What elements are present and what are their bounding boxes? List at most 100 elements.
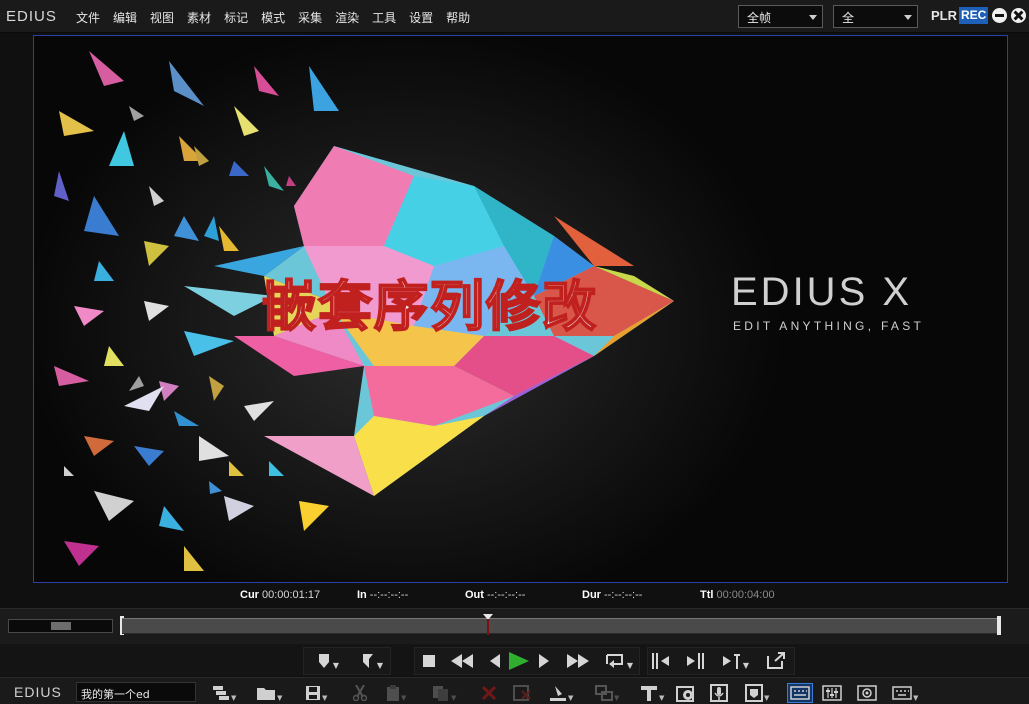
menu-clip[interactable]: 素材: [187, 9, 211, 26]
menu-tools[interactable]: 工具: [372, 9, 396, 26]
menu-edit[interactable]: 编辑: [113, 9, 137, 26]
loop-button[interactable]: ▼: [602, 650, 636, 672]
rewind-icon: [451, 654, 473, 668]
plr-toggle[interactable]: PLR: [931, 8, 957, 23]
new-sequence-icon: [213, 686, 229, 700]
set-in-icon: [318, 654, 329, 668]
timecode-label: Cur: [240, 589, 259, 601]
menu-help[interactable]: 帮助: [446, 9, 470, 26]
timecode-label: Ttl: [700, 589, 714, 601]
timecode-value: --:--:--:--: [486, 589, 526, 601]
timecode-row: Cur 00:00:01:17 In --:--:--:-- Out --:--:--…: [0, 589, 1029, 603]
app-logo: EDIUS: [6, 8, 57, 25]
chevron-down-icon: ▼: [451, 693, 457, 702]
copy-icon: [387, 685, 399, 701]
ripple-delete-button[interactable]: [513, 683, 531, 703]
overwrite-to-timeline-icon: [687, 653, 704, 669]
open-project-icon: [257, 688, 275, 700]
transform-button[interactable]: ▼: [595, 683, 619, 703]
frame-mode-value: 全帧: [747, 11, 772, 25]
keyboard-shortcut-icon: [892, 686, 912, 700]
keyboard-view-button[interactable]: [787, 683, 813, 703]
view-mode-select[interactable]: 全: [833, 5, 918, 28]
voice-over-icon: [710, 684, 728, 702]
title-icon: [641, 686, 657, 701]
project-name-field[interactable]: 我的第一个ed: [76, 682, 196, 702]
chevron-down-icon: ▼: [231, 693, 237, 702]
shuttle-handle[interactable]: [51, 622, 71, 630]
paste-button[interactable]: ▼: [432, 683, 456, 703]
color-correction-icon: [857, 685, 877, 701]
copy-button[interactable]: ▼: [386, 683, 406, 703]
stop-button[interactable]: [418, 650, 440, 672]
menu-file[interactable]: 文件: [76, 9, 100, 26]
step-back-button[interactable]: [487, 650, 503, 672]
timecode-value: --:--:--:--: [369, 589, 409, 601]
brand-logo: EDIUS X: [731, 270, 913, 314]
open-project-button[interactable]: ▼: [256, 683, 282, 703]
export-button[interactable]: ▼: [717, 650, 753, 672]
menu-capture[interactable]: 采集: [298, 9, 322, 26]
step-forward-icon: [539, 654, 549, 668]
render-icon: [676, 686, 694, 702]
playhead-line: [487, 619, 490, 635]
chevron-down-icon: ▼: [742, 660, 750, 670]
ripple-delete-icon: [513, 685, 531, 701]
overwrite-to-timeline-button[interactable]: [683, 650, 707, 672]
scrub-end-cap: [997, 616, 1001, 635]
new-sequence-button[interactable]: ▼: [212, 683, 236, 703]
export-icon: [722, 654, 740, 669]
menu-settings[interactable]: 设置: [409, 9, 433, 26]
chevron-down-icon: ▼: [764, 693, 770, 702]
layout-icon: [550, 686, 566, 701]
transport-bar: ▼ ▼ ▼ ▼: [0, 644, 1029, 676]
rewind-button[interactable]: [449, 650, 475, 672]
menu-render[interactable]: 渲染: [335, 9, 359, 26]
render-button[interactable]: [676, 683, 696, 703]
timecode-cur: Cur 00:00:01:17: [240, 589, 320, 601]
cut-button[interactable]: [353, 683, 367, 703]
set-out-button[interactable]: ▼: [356, 650, 388, 672]
sync-icon: [767, 652, 785, 669]
rec-toggle[interactable]: REC: [959, 7, 989, 24]
mixer-button[interactable]: [822, 683, 842, 703]
keyboard-icon: [790, 686, 810, 700]
paste-icon: [433, 686, 448, 701]
play-button[interactable]: [507, 650, 531, 672]
keyboard-shortcut-button[interactable]: ▼: [892, 683, 918, 703]
delete-button[interactable]: [482, 683, 496, 703]
sync-button[interactable]: [763, 650, 789, 672]
insert-to-timeline-button[interactable]: [650, 650, 672, 672]
shuttle-slider[interactable]: [8, 619, 113, 633]
menu-bar: EDIUS 文件 编辑 视图 素材 标记 模式 采集 渲染 工具 设置 帮助 全…: [0, 0, 1029, 33]
layout-button[interactable]: ▼: [549, 683, 573, 703]
step-forward-button[interactable]: [536, 650, 552, 672]
timecode-in: In --:--:--:--: [357, 589, 408, 601]
chevron-down-icon: ▼: [614, 693, 620, 702]
chevron-down-icon: ▼: [913, 693, 919, 702]
timecode-value: 00:00:01:17: [261, 589, 321, 601]
minimize-icon[interactable]: [992, 8, 1007, 23]
set-in-button[interactable]: ▼: [312, 650, 344, 672]
frame-mode-select[interactable]: 全帧: [738, 5, 823, 28]
voice-over-button[interactable]: [710, 683, 728, 703]
step-back-icon: [490, 654, 500, 668]
marker-icon: [745, 684, 763, 702]
save-project-button[interactable]: ▼: [305, 683, 327, 703]
fast-forward-button[interactable]: [565, 650, 591, 672]
menu-marker[interactable]: 标记: [224, 9, 248, 26]
timecode-label: Dur: [582, 589, 601, 601]
preview-window[interactable]: 嵌套序列修改 EDIUS X EDIT ANYTHING, FAST: [33, 35, 1008, 583]
marker-button[interactable]: ▼: [745, 683, 769, 703]
transform-icon: [595, 685, 613, 701]
save-project-icon: [306, 686, 320, 700]
main-menu: 文件 编辑 视图 素材 标记 模式 采集 渲染 工具 设置 帮助: [76, 9, 483, 26]
menu-view[interactable]: 视图: [150, 9, 174, 26]
color-correction-button[interactable]: [857, 683, 877, 703]
fast-forward-icon: [567, 654, 589, 668]
title-button[interactable]: ▼: [640, 683, 664, 703]
chevron-down-icon: ▼: [568, 693, 574, 702]
close-icon[interactable]: [1011, 8, 1026, 23]
menu-mode[interactable]: 模式: [261, 9, 285, 26]
position-slider[interactable]: [122, 618, 1000, 634]
